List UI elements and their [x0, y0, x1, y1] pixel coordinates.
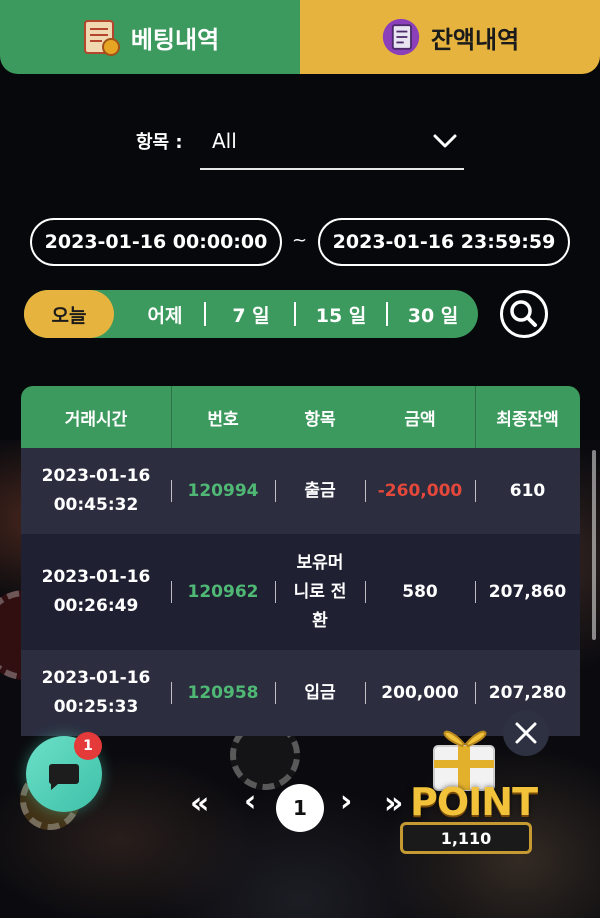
- period-divider: [204, 302, 206, 326]
- cell-number: 120994: [187, 480, 259, 501]
- close-icon: [515, 722, 537, 744]
- search-icon: [510, 300, 537, 327]
- category-select-value: All: [212, 129, 237, 153]
- cell-time: 2023-01-16 00:25:33: [21, 650, 171, 736]
- cell-time: 2023-01-16 00:45:32: [21, 448, 171, 534]
- ledger-icon: [382, 18, 420, 56]
- cell-time-date: 2023-01-16: [41, 668, 151, 688]
- cell-time-clock: 00:26:49: [53, 596, 139, 616]
- point-value: 1,110: [400, 822, 532, 854]
- cell-time-date: 2023-01-16: [41, 466, 151, 486]
- tab-bet-history[interactable]: 베팅내역: [0, 0, 300, 74]
- prev-page-button[interactable]: ‹: [244, 784, 256, 819]
- chevron-down-icon: [433, 134, 457, 148]
- tab-balance-history[interactable]: 잔액내역: [300, 0, 600, 74]
- column-header-number: 번호: [207, 409, 239, 430]
- cell-item: 보유머 니로 전 환: [275, 534, 365, 650]
- cell-item-line: 환: [312, 610, 328, 631]
- column-header-item: 항목: [304, 409, 336, 430]
- scrollbar[interactable]: [592, 450, 596, 640]
- next-page-button[interactable]: ›: [340, 784, 352, 819]
- column-header-balance: 최종잔액: [496, 409, 559, 430]
- tab-balance-history-label: 잔액내역: [430, 25, 520, 54]
- point-label: POINT: [410, 780, 538, 824]
- first-page-button[interactable]: «: [190, 786, 209, 821]
- current-page-button[interactable]: 1: [276, 784, 324, 832]
- history-tabs: 베팅내역 잔액내역: [0, 0, 600, 74]
- end-date-input[interactable]: 2023-01-16 23:59:59: [318, 218, 570, 266]
- period-15day-button[interactable]: 15 일: [296, 290, 386, 338]
- period-selector: 오늘 어제 7 일 15 일 30 일: [24, 290, 478, 338]
- close-button[interactable]: [503, 710, 549, 756]
- balance-history-table: 거래시간 번호 항목 금액 최종잔액 2023-01-16 00:45:32 1…: [21, 386, 580, 736]
- notification-badge: 1: [74, 732, 102, 760]
- table-row[interactable]: 2023-01-16 00:26:49 120962 보유머 니로 전 환 58…: [21, 534, 580, 650]
- cell-time-date: 2023-01-16: [41, 567, 151, 587]
- cell-item: 출금: [304, 480, 336, 501]
- column-header-time: 거래시간: [64, 409, 128, 430]
- cell-item-line: 보유머: [296, 552, 344, 573]
- period-30day-button[interactable]: 30 일: [388, 290, 478, 338]
- cell-number: 120962: [187, 581, 259, 602]
- cell-amount: 580: [402, 581, 438, 602]
- cell-time: 2023-01-16 00:26:49: [21, 534, 171, 650]
- table-header: 거래시간 번호 항목 금액 최종잔액: [21, 386, 580, 448]
- table-row[interactable]: 2023-01-16 00:45:32 120994 출금 -260,000 6…: [21, 448, 580, 534]
- cell-time-clock: 00:25:33: [53, 697, 139, 717]
- cell-item-line: 니로 전: [293, 581, 347, 602]
- search-button[interactable]: [500, 290, 548, 338]
- cell-amount: -260,000: [377, 480, 463, 501]
- tab-bet-history-label: 베팅내역: [130, 25, 220, 54]
- cell-time-clock: 00:45:32: [53, 495, 139, 515]
- scroll-icon: [83, 20, 120, 56]
- cell-number: 120958: [187, 682, 259, 703]
- category-select[interactable]: All: [200, 114, 464, 170]
- period-yesterday-button[interactable]: 어제: [122, 290, 208, 338]
- date-separator: ~: [292, 230, 308, 251]
- chat-button[interactable]: 1: [26, 732, 102, 812]
- period-7day-button[interactable]: 7 일: [208, 290, 294, 338]
- filter-label: 항목 :: [136, 132, 183, 153]
- cell-balance: 207,860: [488, 581, 567, 602]
- period-today-button[interactable]: 오늘: [24, 290, 114, 338]
- cell-balance: 610: [509, 480, 546, 501]
- column-header-amount: 금액: [404, 409, 436, 430]
- start-date-input[interactable]: 2023-01-16 00:00:00: [30, 218, 282, 266]
- cell-item: 입금: [304, 682, 336, 703]
